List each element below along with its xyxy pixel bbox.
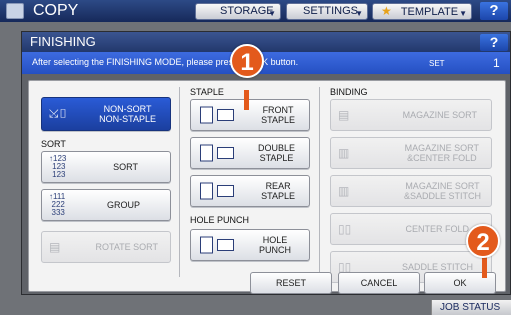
set-count: 1 xyxy=(493,56,500,70)
tab-settings-label: SETTINGS xyxy=(303,5,359,17)
double-staple-line2: STAPLE xyxy=(259,153,294,163)
saddle-stitch-book-icon: ▥ xyxy=(338,184,350,198)
tab-storage-label: STORAGE xyxy=(220,5,274,17)
app-header: COPY STORAGE ▼ SETTINGS ▼ ★ TEMPLATE ▼ ? xyxy=(0,0,511,22)
callout-marker-2: 2 xyxy=(466,224,500,258)
sort-section-label: SORT xyxy=(41,139,66,149)
mag-center-line2: &CENTER FOLD xyxy=(407,153,477,163)
sort-button[interactable]: ↑123 123 123 SORT xyxy=(41,151,171,183)
landscape-page-icon xyxy=(217,185,234,197)
tab-storage[interactable]: STORAGE ▼ xyxy=(195,3,281,20)
magazine-sort-center-fold-label: MAGAZINE SORT &CENTER FOLD xyxy=(405,143,479,163)
hole-punch-line1: HOLE xyxy=(262,235,288,245)
tab-template[interactable]: ★ TEMPLATE ▼ xyxy=(372,3,472,20)
job-status-button[interactable]: JOB STATUS xyxy=(431,300,511,315)
callout-marker-1: 1 xyxy=(230,44,264,78)
open-book-icon: ▯▯ xyxy=(338,222,352,236)
portrait-page-icon xyxy=(200,236,213,254)
front-staple-line2: STAPLE xyxy=(261,115,295,125)
tab-template-label: TEMPLATE xyxy=(400,6,459,18)
chevron-down-icon: ▼ xyxy=(355,9,363,18)
cancel-button[interactable]: CANCEL xyxy=(338,272,420,294)
chevron-down-icon: ▼ xyxy=(459,9,467,18)
portrait-page-icon xyxy=(200,106,213,124)
binding-section-label: BINDING xyxy=(330,87,368,97)
landscape-page-icon xyxy=(217,109,234,121)
sort-label: SORT xyxy=(113,162,138,172)
center-fold-book-icon: ▥ xyxy=(338,146,350,160)
mag-center-line1: MAGAZINE SORT xyxy=(404,143,479,153)
group-label: GROUP xyxy=(106,200,140,210)
front-staple-button[interactable]: FRONT STAPLE xyxy=(190,99,310,131)
magazine-sort-button[interactable]: ▤ MAGAZINE SORT xyxy=(330,99,492,131)
mag-saddle-line2: &SADDLE STITCH xyxy=(403,191,481,201)
landscape-page-icon xyxy=(217,147,234,159)
non-sort-label-line2: NON-STAPLE xyxy=(99,114,156,124)
dialog-help-button[interactable]: ? xyxy=(480,34,508,51)
hole-punch-line2: PUNCH xyxy=(258,245,291,255)
column-divider xyxy=(179,87,180,277)
saddle-stitch-label: SADDLE STITCH xyxy=(401,262,473,272)
rear-staple-line1: REAR xyxy=(265,181,291,191)
finishing-dialog: FINISHING ? After selecting the FINISHIN… xyxy=(21,31,511,295)
magazine-sort-saddle-stitch-button[interactable]: ▥ MAGAZINE SORT &SADDLE STITCH xyxy=(330,175,492,207)
set-label: SET xyxy=(429,59,445,68)
staple-section-label: STAPLE xyxy=(190,87,224,97)
dialog-header: FINISHING ? xyxy=(22,32,510,52)
callout-1-pointer xyxy=(244,90,249,110)
hole-punch-button[interactable]: HOLE PUNCH xyxy=(190,229,310,261)
group-button[interactable]: ↑111 222 333 GROUP xyxy=(41,189,171,221)
magazine-sort-center-fold-button[interactable]: ▥ MAGAZINE SORT &CENTER FOLD xyxy=(330,137,492,169)
sort-icon: ↑123 123 123 xyxy=(49,154,67,179)
star-icon: ★ xyxy=(381,4,392,18)
portrait-page-icon xyxy=(200,182,213,200)
non-sort-icon: ⤩▯ xyxy=(49,106,68,121)
message-bar: After selecting the FINISHING MODE, plea… xyxy=(22,52,510,74)
rotate-sort-icon: ▤ xyxy=(49,240,61,254)
rotate-sort-button[interactable]: ▤ ROTATE SORT xyxy=(41,231,171,263)
column-divider xyxy=(319,87,320,277)
rotate-sort-label: ROTATE SORT xyxy=(95,242,158,252)
finishing-options-panel: ⤩▯ NON-SORT NON-STAPLE SORT ↑123 123 123… xyxy=(28,80,506,292)
magazine-sort-saddle-stitch-label: MAGAZINE SORT &SADDLE STITCH xyxy=(404,181,481,201)
front-staple-label: FRONT STAPLE xyxy=(261,105,295,125)
chevron-down-icon: ▼ xyxy=(268,9,276,18)
reset-button[interactable]: RESET xyxy=(250,272,332,294)
front-staple-line1: FRONT xyxy=(262,105,294,115)
copy-icon xyxy=(6,3,24,19)
center-fold-label: CENTER FOLD xyxy=(405,224,469,234)
landscape-page-icon xyxy=(217,239,234,251)
rear-staple-label: REAR STAPLE xyxy=(261,181,295,201)
hole-punch-label: HOLE PUNCH xyxy=(259,235,291,255)
non-sort-label: NON-SORT NON-STAPLE xyxy=(99,104,156,124)
rear-staple-line2: STAPLE xyxy=(261,191,295,201)
help-button[interactable]: ? xyxy=(480,2,508,20)
non-sort-label-line1: NON-SORT xyxy=(103,104,152,114)
rear-staple-button[interactable]: REAR STAPLE xyxy=(190,175,310,207)
magazine-sort-icon: ▤ xyxy=(338,108,350,122)
group-icon: ↑111 222 333 xyxy=(49,192,66,217)
non-sort-non-staple-button[interactable]: ⤩▯ NON-SORT NON-STAPLE xyxy=(41,97,171,131)
hole-punch-section-label: HOLE PUNCH xyxy=(190,215,250,225)
tab-settings[interactable]: SETTINGS ▼ xyxy=(286,3,368,20)
portrait-page-icon xyxy=(200,144,213,162)
app-title: COPY xyxy=(33,2,79,19)
magazine-sort-label: MAGAZINE SORT xyxy=(402,110,477,120)
dialog-title: FINISHING xyxy=(30,34,96,49)
double-staple-line1: DOUBLE xyxy=(257,143,295,153)
mag-saddle-line1: MAGAZINE SORT xyxy=(405,181,480,191)
double-staple-button[interactable]: DOUBLE STAPLE xyxy=(190,137,310,169)
double-staple-label: DOUBLE STAPLE xyxy=(258,143,295,163)
